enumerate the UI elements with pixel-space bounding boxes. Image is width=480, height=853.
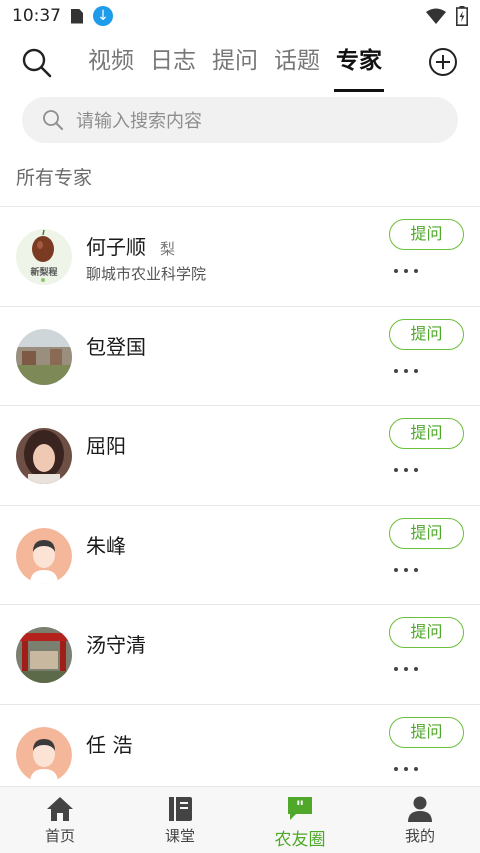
- expert-name: 何子顺: [86, 235, 146, 259]
- ask-button[interactable]: 提问: [389, 318, 464, 350]
- nav-label: 农友圈: [274, 830, 326, 850]
- status-right: [426, 6, 468, 26]
- tab-journal[interactable]: 日志: [150, 32, 196, 92]
- ask-button[interactable]: 提问: [389, 418, 464, 449]
- expert-row[interactable]: 屈阳 提问: [0, 406, 480, 506]
- expert-name: 包登国: [86, 334, 146, 359]
- name-row: 汤守清: [86, 629, 160, 658]
- expert-row[interactable]: 汤守清 提问: [0, 605, 480, 705]
- download-icon: ↓: [93, 6, 113, 26]
- nav-home[interactable]: 首页: [0, 787, 120, 853]
- header: 视频 日志 提问 话题 专家: [0, 32, 480, 92]
- search-input[interactable]: 请输入搜索内容: [22, 97, 458, 143]
- search-placeholder: 请输入搜索内容: [76, 111, 202, 132]
- expert-name: 任 浩: [86, 732, 133, 757]
- more-icon[interactable]: [394, 468, 418, 474]
- tab-questions[interactable]: 提问: [212, 32, 258, 92]
- nav-label: 我的: [404, 827, 435, 845]
- search-icon[interactable]: [20, 46, 54, 80]
- nav-mine[interactable]: 我的: [360, 787, 480, 853]
- avatar: [16, 627, 72, 683]
- expert-org: 聊城市农业科学院: [86, 265, 207, 283]
- avatar: [16, 328, 72, 385]
- expert-name: 汤守清: [86, 633, 146, 657]
- sim-card-icon: [71, 8, 83, 24]
- nav-farmer-circle[interactable]: " 农友圈: [240, 787, 360, 853]
- avatar: [16, 428, 72, 484]
- status-bar: 10:37 ↓: [0, 0, 480, 32]
- add-circle-icon[interactable]: [428, 47, 458, 77]
- tab-experts[interactable]: 专家: [334, 32, 384, 92]
- expert-row[interactable]: 新梨程 何子顺 梨 聊城市农业科学院 提问: [0, 207, 480, 307]
- avatar: 新梨程: [16, 229, 72, 285]
- more-icon[interactable]: [394, 667, 418, 673]
- expert-name: 朱峰: [86, 533, 126, 558]
- name-row: 朱峰: [86, 530, 140, 559]
- home-icon: [47, 797, 73, 821]
- tab-topics[interactable]: 话题: [274, 32, 320, 92]
- section-title: 所有专家: [16, 167, 93, 189]
- name-row: 包登国: [86, 331, 160, 360]
- ask-button[interactable]: 提问: [389, 517, 464, 549]
- more-icon[interactable]: [394, 368, 418, 375]
- expert-tag: 梨: [160, 240, 176, 258]
- more-icon[interactable]: [394, 567, 418, 574]
- chat-quote-icon: ": [288, 797, 312, 820]
- name-row: 屈阳: [86, 430, 140, 459]
- person-icon: [408, 796, 432, 822]
- name-row: 任 浩: [86, 729, 146, 758]
- expert-name: 屈阳: [86, 434, 126, 458]
- ask-button[interactable]: 提问: [389, 617, 464, 648]
- more-icon[interactable]: [394, 269, 418, 275]
- default-avatar-icon: [16, 726, 72, 783]
- nav-label: 首页: [44, 827, 75, 845]
- svg-text:": ": [296, 797, 304, 816]
- expert-row[interactable]: 任 浩 提问: [0, 705, 480, 787]
- ask-button[interactable]: 提问: [389, 219, 464, 250]
- name-row: 何子顺 梨: [86, 231, 175, 260]
- book-icon: [169, 797, 192, 821]
- nav-classroom[interactable]: 课堂: [120, 787, 240, 853]
- default-avatar-icon: [16, 527, 72, 584]
- nav-label: 课堂: [164, 827, 195, 845]
- expert-list: 新梨程 何子顺 梨 聊城市农业科学院 提问 包登国 提问 屈阳 提问 朱峰 提问…: [0, 206, 480, 786]
- tab-bar: 视频 日志 提问 话题 专家: [88, 32, 398, 92]
- more-icon[interactable]: [394, 766, 418, 773]
- bottom-nav: 首页 课堂 " 农友圈 我的: [0, 786, 480, 853]
- tab-video[interactable]: 视频: [88, 32, 134, 92]
- avatar-logo-text: 新梨程: [30, 268, 58, 278]
- battery-charging-icon: [456, 6, 468, 26]
- wifi-icon: [426, 8, 446, 24]
- expert-row[interactable]: 包登国 提问: [0, 307, 480, 406]
- status-time: 10:37: [12, 6, 61, 26]
- expert-row[interactable]: 朱峰 提问: [0, 506, 480, 605]
- search-icon: [43, 110, 63, 130]
- ask-button[interactable]: 提问: [389, 716, 464, 748]
